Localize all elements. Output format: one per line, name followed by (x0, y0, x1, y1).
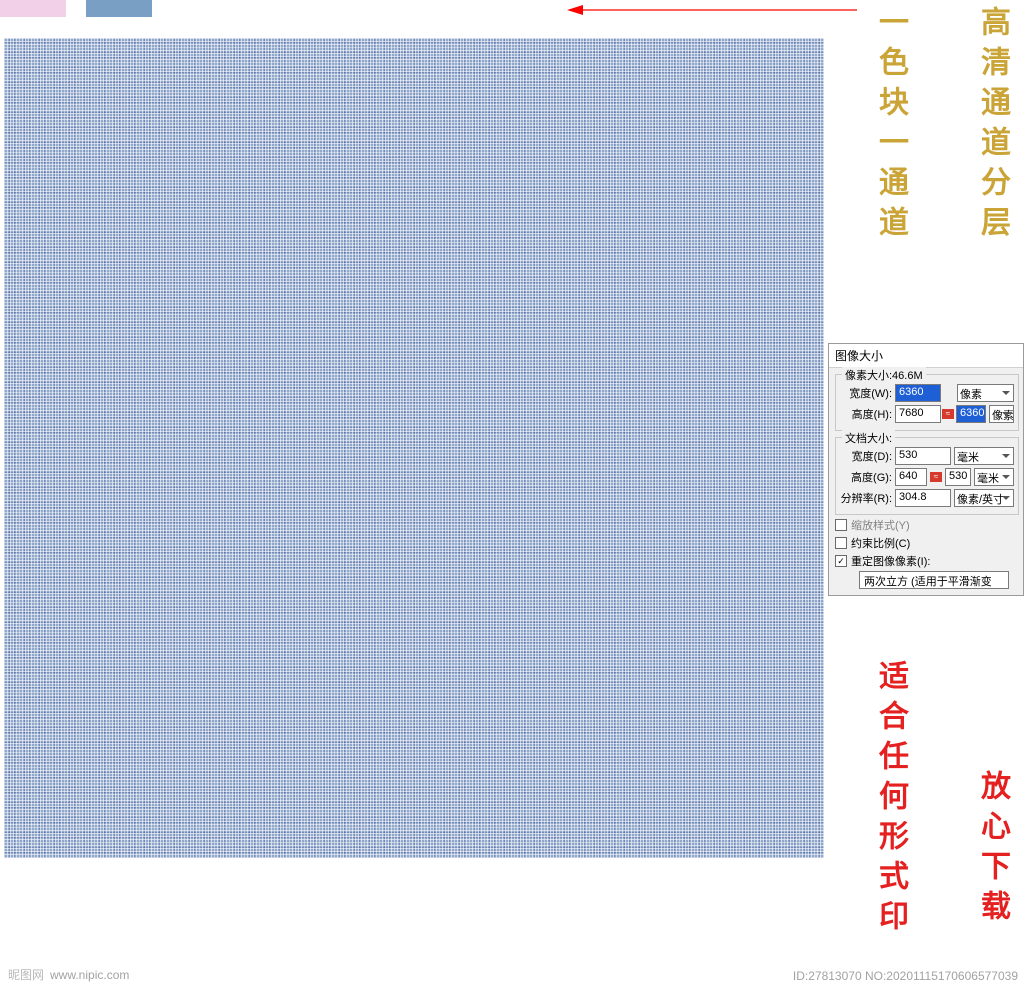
height-doc-unit-select[interactable]: 毫米 (974, 468, 1014, 486)
interpolation-select[interactable]: 两次立方 (适用于平滑渐变 (859, 571, 1009, 589)
constrain-proportions-label: 约束比例(C) (851, 535, 910, 551)
pixel-dimensions-legend: 像素大小:46.6M (842, 367, 926, 383)
resample-checkbox[interactable] (835, 555, 847, 567)
resolution-unit-select[interactable]: 像素/英寸 (954, 489, 1014, 507)
annotation-red-1: 适合任何形式印 (868, 660, 912, 940)
swatch-bar (0, 0, 152, 17)
image-size-dialog: 图像大小 像素大小:46.6M 宽度(W): 6360 像素 高度(H): 76… (828, 343, 1024, 596)
width-doc-label: 宽度(D): (840, 448, 892, 464)
watermark-left: 昵图网 www.nipic.com (8, 966, 129, 983)
watermark-logo: 昵图网 (8, 966, 44, 983)
hint-badge-icon: ≈ (942, 409, 954, 419)
height-pixels-input[interactable]: 7680 ≈ (895, 405, 941, 423)
height-pixels-value: 7680 (899, 407, 923, 419)
height-doc-input[interactable]: 640 (895, 468, 927, 486)
swatch-gap (66, 0, 86, 17)
scale-styles-checkbox[interactable] (835, 519, 847, 531)
resample-label: 重定图像像素(I): (851, 553, 930, 569)
annotation-gold-2: 高清通道分层 (970, 6, 1014, 246)
height-doc-label: 高度(G): (840, 469, 892, 485)
watermark-url: www.nipic.com (50, 968, 129, 982)
scale-styles-label: 缩放样式(Y) (851, 517, 910, 533)
width-pixels-label: 宽度(W): (840, 385, 892, 401)
width-doc-unit-select[interactable]: 毫米 (954, 447, 1014, 465)
swatch-blue (86, 0, 152, 17)
height-pixels-hint: 6360 (956, 405, 986, 423)
hint-badge-icon: ≈ (930, 472, 942, 482)
height-doc-hint: 530 (945, 468, 971, 486)
dialog-title: 图像大小 (829, 344, 1023, 368)
fabric-texture-preview (4, 38, 824, 858)
document-size-legend: 文档大小: (842, 430, 895, 446)
annotation-gold-1: 一色块一通道 (868, 6, 912, 246)
swatch-pink (0, 0, 66, 17)
arrow-annotation (567, 4, 857, 16)
width-doc-input[interactable]: 530 (895, 447, 951, 465)
pixel-dimensions-group: 像素大小:46.6M 宽度(W): 6360 像素 高度(H): 7680 ≈ … (835, 374, 1019, 431)
constrain-proportions-checkbox[interactable] (835, 537, 847, 549)
height-pixels-unit-select[interactable]: 像素 (989, 405, 1014, 423)
width-pixels-unit-select[interactable]: 像素 (957, 384, 1014, 402)
watermark-right: ID:27813070 NO:20201115170606577039 (793, 969, 1018, 983)
resolution-input[interactable]: 304.8 (895, 489, 951, 507)
height-pixels-label: 高度(H): (840, 406, 892, 422)
annotation-red-2: 放心下载 (970, 770, 1014, 930)
document-size-group: 文档大小: 宽度(D): 530 毫米 高度(G): 640 ≈ 530 毫米 … (835, 437, 1019, 515)
resolution-label: 分辨率(R): (840, 490, 892, 506)
width-pixels-input[interactable]: 6360 (895, 384, 941, 402)
